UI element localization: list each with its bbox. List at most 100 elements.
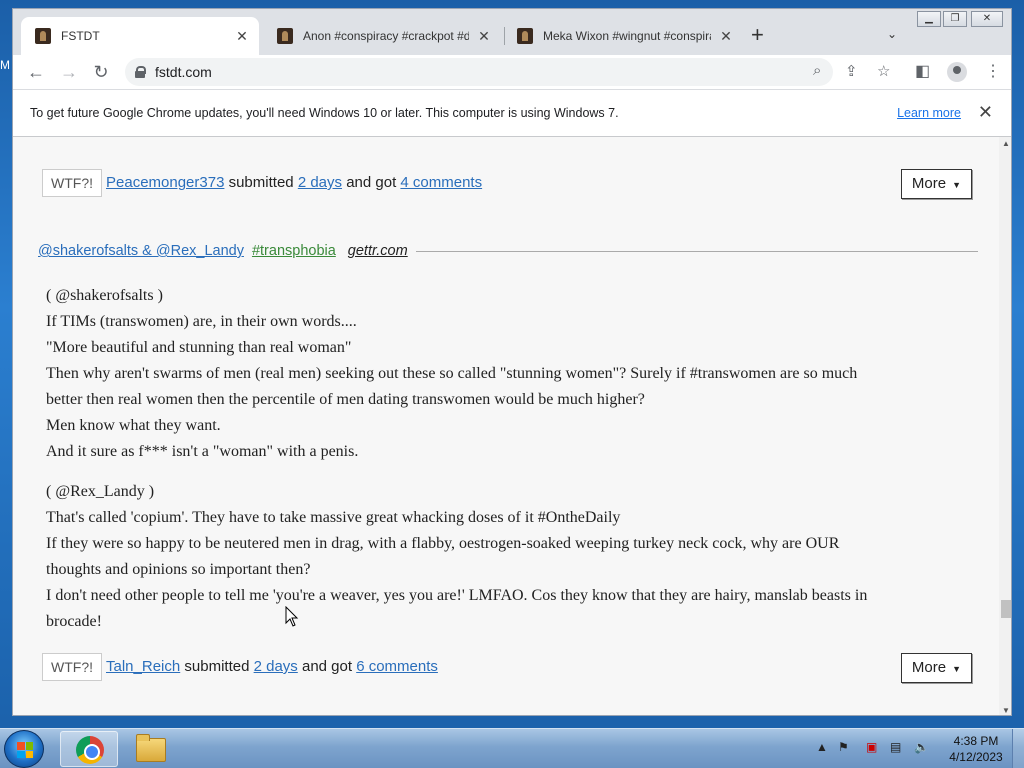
back-arrow-icon[interactable]: ← bbox=[25, 61, 47, 83]
windows-logo-icon bbox=[17, 742, 33, 758]
submitted-text: submitted bbox=[184, 658, 250, 675]
submitter-link[interactable]: Taln_Reich bbox=[106, 658, 180, 675]
lock-icon[interactable] bbox=[135, 66, 146, 78]
tab-strip: FSTDT ✕ Anon #conspiracy #crackpot #du ✕… bbox=[13, 9, 1011, 55]
got-text: and got bbox=[301, 658, 353, 675]
network-error-icon[interactable]: ▣ bbox=[866, 740, 877, 754]
fstdt-favicon-icon bbox=[35, 28, 51, 44]
quote-line: "More beautiful and stunning than real w… bbox=[46, 339, 352, 356]
taskbar-chrome-button[interactable] bbox=[60, 731, 118, 767]
quote-line: Men know what they want. bbox=[46, 417, 221, 434]
show-desktop-button[interactable] bbox=[1012, 729, 1024, 768]
quote-line: Then why aren't swarms of men (real men)… bbox=[46, 365, 858, 382]
tab-title: Anon #conspiracy #crackpot #du bbox=[303, 29, 469, 43]
tab-anon-conspiracy[interactable]: Anon #conspiracy #crackpot #du ✕ bbox=[263, 17, 501, 55]
fstdt-favicon-icon bbox=[277, 28, 293, 44]
quote-line: If they were so happy to be neutered men… bbox=[46, 535, 840, 552]
comments-link[interactable]: 6 comments bbox=[356, 658, 438, 675]
menu-kebab-icon[interactable]: ⋮ bbox=[985, 61, 1001, 81]
quote-line: If TIMs (transwomen) are, in their own w… bbox=[46, 313, 357, 330]
clock-time: 4:38 PM bbox=[953, 734, 999, 748]
quote-line: That's called 'copium'. They have to tak… bbox=[46, 509, 621, 526]
close-window-button[interactable]: ✕ bbox=[971, 11, 1003, 27]
chrome-window: FSTDT ✕ Anon #conspiracy #crackpot #du ✕… bbox=[12, 8, 1012, 716]
tab-fstdt[interactable]: FSTDT ✕ bbox=[21, 17, 259, 55]
update-infobar: To get future Google Chrome updates, you… bbox=[13, 89, 1011, 137]
comments-link[interactable]: 4 comments bbox=[400, 174, 482, 191]
more-button[interactable]: More ▼ bbox=[900, 169, 972, 199]
quote-line: I don't need other people to tell me 'yo… bbox=[46, 587, 868, 604]
caret-down-icon: ▼ bbox=[952, 664, 961, 674]
taskbar-explorer-button[interactable] bbox=[122, 731, 180, 767]
system-clock[interactable]: 4:38 PM 4/12/2023 bbox=[946, 733, 1006, 765]
got-text: and got bbox=[346, 174, 397, 191]
quote-block: ( @Rex_Landy ) That's called 'copium'. T… bbox=[46, 479, 966, 635]
desktop-background: M bbox=[0, 58, 10, 72]
tab-close-icon[interactable]: ✕ bbox=[719, 28, 733, 45]
reload-icon[interactable]: ↻ bbox=[90, 61, 112, 83]
folder-icon bbox=[136, 734, 166, 762]
submitted-text: submitted bbox=[228, 174, 294, 191]
tab-close-icon[interactable]: ✕ bbox=[477, 28, 491, 45]
show-hidden-icons-icon[interactable]: ▲ bbox=[816, 740, 828, 754]
post-footer: WTF?! Taln_Reich submitted 2 days and go… bbox=[42, 653, 972, 683]
more-button[interactable]: More ▼ bbox=[900, 653, 972, 683]
wtf-button[interactable]: WTF?! bbox=[42, 169, 102, 197]
volume-muted-icon[interactable]: 🔈 bbox=[914, 740, 929, 754]
post-footer: WTF?! Peacemonger373 submitted 2 days an… bbox=[42, 169, 972, 199]
header-divider bbox=[415, 250, 978, 252]
tab-close-icon[interactable]: ✕ bbox=[235, 28, 249, 45]
submission-info: Peacemonger373 submitted 2 days and got … bbox=[106, 174, 482, 191]
page-content: WTF?! Peacemonger373 submitted 2 days an… bbox=[13, 137, 999, 715]
quote-line: ( @shakerofsalts ) bbox=[46, 287, 163, 304]
post-tag-link[interactable]: #transphobia bbox=[252, 243, 336, 259]
new-tab-button[interactable]: + bbox=[751, 24, 764, 46]
scroll-down-arrow-icon[interactable]: ▼ bbox=[1002, 706, 1010, 715]
quote-line: ( @Rex_Landy ) bbox=[46, 483, 155, 500]
quote-line: brocade! bbox=[46, 613, 102, 630]
scrollbar-thumb[interactable] bbox=[1001, 600, 1011, 618]
bookmark-star-icon[interactable]: ☆ bbox=[877, 62, 890, 80]
profile-avatar-icon[interactable] bbox=[947, 62, 967, 82]
browser-toolbar: ← → ↻ fstdt.com ⌕ ⇪ ☆ ◧ ⋮ bbox=[13, 55, 1011, 89]
forward-arrow-icon[interactable]: → bbox=[58, 61, 80, 83]
tab-title: FSTDT bbox=[61, 29, 100, 43]
wtf-button[interactable]: WTF?! bbox=[42, 653, 102, 681]
address-bar[interactable]: fstdt.com ⌕ ⇪ ☆ bbox=[125, 58, 890, 86]
tab-search-chevron-icon[interactable]: ⌄ bbox=[887, 27, 897, 41]
restore-button[interactable]: ❐ bbox=[943, 11, 967, 27]
quote-block: ( @shakerofsalts ) If TIMs (transwomen) … bbox=[46, 283, 966, 465]
chrome-icon bbox=[76, 736, 104, 764]
fstdt-favicon-icon bbox=[517, 28, 533, 44]
submitter-link[interactable]: Peacemonger373 bbox=[106, 174, 224, 191]
action-center-icon[interactable]: ⚑ bbox=[838, 740, 849, 754]
caret-down-icon: ▼ bbox=[952, 180, 961, 190]
clock-date: 4/12/2023 bbox=[949, 750, 1003, 764]
quote-line: And it sure as f*** isn't a "woman" with… bbox=[46, 443, 359, 460]
start-button[interactable] bbox=[4, 730, 44, 768]
scroll-up-arrow-icon[interactable]: ▲ bbox=[1002, 139, 1010, 148]
page-scrollbar[interactable]: ▲ ▼ bbox=[999, 137, 1011, 715]
time-link[interactable]: 2 days bbox=[298, 174, 342, 191]
minimize-button[interactable]: ▁ bbox=[917, 11, 941, 27]
infobar-message: To get future Google Chrome updates, you… bbox=[30, 106, 619, 120]
infobar-close-icon[interactable]: ✕ bbox=[978, 102, 993, 123]
tab-title: Meka Wixon #wingnut #conspira bbox=[543, 29, 711, 43]
learn-more-link[interactable]: Learn more bbox=[897, 106, 961, 120]
more-label: More bbox=[911, 175, 947, 192]
network-icon[interactable]: ▤ bbox=[890, 740, 901, 754]
share-icon[interactable]: ⇪ bbox=[845, 62, 858, 80]
side-panel-icon[interactable]: ◧ bbox=[915, 61, 930, 81]
time-link[interactable]: 2 days bbox=[254, 658, 298, 675]
post-source-link[interactable]: gettr.com bbox=[348, 243, 408, 259]
zoom-search-icon[interactable]: ⌕ bbox=[813, 62, 821, 79]
tab-meka-wixon[interactable]: Meka Wixon #wingnut #conspira ✕ bbox=[503, 17, 743, 55]
quote-line: better then real women then the percenti… bbox=[46, 391, 645, 408]
quote-line: thoughts and opinions so important then? bbox=[46, 561, 311, 578]
post-authors-link[interactable]: @shakerofsalts & @Rex_Landy bbox=[38, 243, 244, 259]
submission-info: Taln_Reich submitted 2 days and got 6 co… bbox=[106, 658, 438, 675]
post-header: @shakerofsalts & @Rex_Landy #transphobia… bbox=[38, 241, 978, 261]
more-label: More bbox=[911, 659, 947, 676]
url-text[interactable]: fstdt.com bbox=[155, 64, 212, 80]
windows-taskbar: ▲ ⚑ ▣ ▤ 🔈 4:38 PM 4/12/2023 bbox=[0, 728, 1024, 768]
